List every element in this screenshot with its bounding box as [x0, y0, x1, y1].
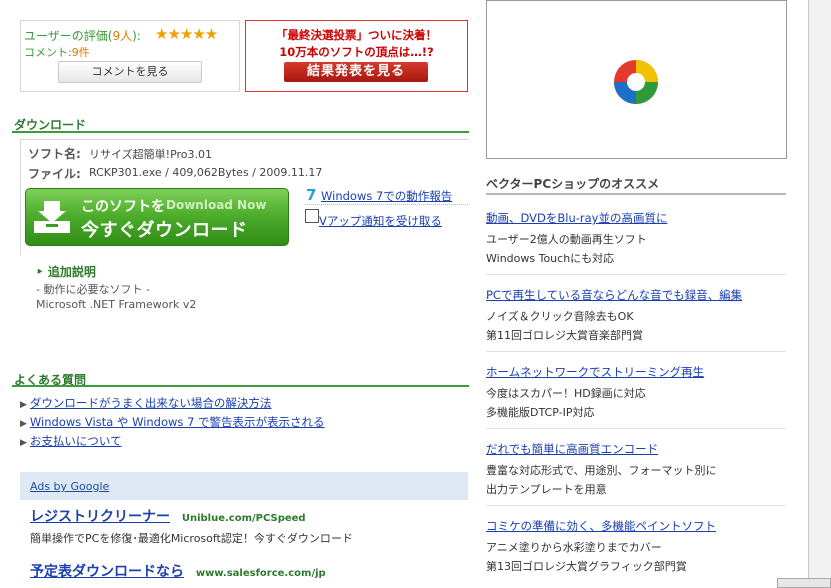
- shop-item-desc: 出力テンプレートを用意: [486, 483, 607, 496]
- version-up-notify-link[interactable]: Vアップ通知を受け取る: [319, 213, 442, 229]
- windows7-icon: 7: [306, 186, 317, 204]
- shop-item-desc: 今度はスカパー！HD録画に対応: [486, 387, 646, 400]
- faq-link[interactable]: お支払いについて: [30, 434, 122, 448]
- vote-headline: 「最終決選投票」ついに決着！: [276, 28, 437, 42]
- file-label: ファイル:: [28, 167, 81, 181]
- shop-item-desc: アニメ塗りから水彩塗りまでカバー: [486, 541, 662, 554]
- shop-separator: [486, 274, 786, 275]
- final-vote-banner[interactable]: 「最終決選投票」ついに決着！ 10万本のソフトの頂点は…!? 結果発表を見る: [245, 20, 468, 92]
- shop-item-link[interactable]: コミケの準備に効く、多機能ペイントソフト: [486, 518, 716, 534]
- shop-item-desc: Windows Touchにも対応: [486, 252, 615, 265]
- extra-info-line1: - 動作に必要なソフト -: [36, 283, 150, 296]
- shop-item: コミケの準備に効く、多機能ペイントソフト アニメ塗りから水彩塗りまでカバー 第1…: [486, 518, 716, 574]
- ad-title-link[interactable]: レジストリクリーナー: [30, 509, 170, 525]
- status-corner: [777, 578, 831, 588]
- vector-logo-icon[interactable]: [613, 59, 659, 105]
- cropped-top-text: [20, 0, 440, 8]
- faq-item[interactable]: ▶ ダウンロードがうまく出来ない場合の解決方法: [20, 395, 271, 411]
- download-section-rule: [12, 131, 469, 133]
- rating-label-prefix: ユーザーの評価(: [24, 29, 113, 43]
- shop-item: ホームネットワークでストリーミング再生 今度はスカパー！HD録画に対応 多機能版…: [486, 364, 704, 420]
- bullet-arrow-icon: ▶: [20, 419, 27, 429]
- shop-separator: [486, 428, 786, 429]
- view-comments-button[interactable]: コメントを見る: [58, 61, 202, 83]
- shop-item-link[interactable]: 動画、DVDをBlu-ray並の高画質に: [486, 210, 667, 226]
- shop-item-desc: 第11回ゴロレジ大賞音楽部門賞: [486, 329, 643, 342]
- ads-by-google-link[interactable]: Ads by Google: [30, 480, 109, 493]
- faq-link[interactable]: ダウンロードがうまく出来ない場合の解決方法: [30, 396, 272, 410]
- download-arrow-icon: [32, 197, 76, 237]
- faq-link[interactable]: Windows Vista や Windows 7 で警告表示が表示される: [30, 415, 325, 429]
- software-name-label: ソフト名:: [28, 147, 81, 161]
- shop-item-link[interactable]: PCで再生している音ならどんな音でも録音、編集: [486, 287, 742, 303]
- bullet-arrow-icon: ▶: [20, 438, 27, 448]
- shop-item-link[interactable]: ホームネットワークでストリーミング再生: [486, 364, 704, 380]
- shop-item-desc: 豊富な対応形式で、用途別、フォーマット別に: [486, 464, 717, 477]
- ad-description: 簡単操作でPCを修復･最適化Microsoft認定！今すぐダウンロード: [30, 532, 353, 545]
- dotted-divider: [305, 204, 468, 205]
- extra-info-line2: Microsoft .NET Framework v2: [36, 298, 197, 311]
- pc-shop-heading: ベクターPCショップのオススメ: [486, 177, 660, 191]
- faq-item[interactable]: ▶ お支払いについて: [20, 433, 122, 449]
- shop-item-desc: 多機能版DTCP-IP対応: [486, 406, 595, 419]
- shop-item-desc: ノイズ＆クリック音除去もOK: [486, 310, 634, 323]
- shop-item-desc: 第13回ゴロレジ大賞グラフィック部門賞: [486, 560, 687, 573]
- google-ads-bar: Ads by Google: [20, 472, 468, 500]
- ad-item[interactable]: レジストリクリーナー Uniblue.com/PCSpeed: [30, 506, 306, 526]
- download-now-button[interactable]: このソフトを Download Now 今すぐダウンロード: [25, 188, 289, 246]
- download-button-english: Download Now: [166, 198, 267, 212]
- version-up-checkbox[interactable]: [305, 209, 319, 223]
- comment-count-label: コメント:: [24, 46, 72, 59]
- ad-item[interactable]: 予定表ダウンロードなら www.salesforce.com/jp: [30, 561, 326, 581]
- ad-url[interactable]: www.salesforce.com/jp: [196, 568, 326, 579]
- ad-title-link[interactable]: 予定表ダウンロードなら: [30, 564, 184, 580]
- shop-item-link[interactable]: だれでも簡単に高画質エンコード: [486, 441, 717, 457]
- comment-count: コメント:9件: [24, 44, 90, 60]
- software-name-value: リサイズ超簡単!Pro3.01: [89, 148, 213, 161]
- shop-item-desc: ユーザー2億人の動画再生ソフト: [486, 233, 647, 246]
- shop-separator: [486, 505, 786, 506]
- file-value: RCKP301.exe / 409,062Bytes / 2009.11.17: [89, 166, 323, 179]
- rating-label: ユーザーの評価(9人):: [24, 27, 141, 44]
- view-results-button[interactable]: 結果発表を見る: [284, 62, 428, 82]
- windows7-report-link[interactable]: Windows 7での動作報告: [321, 188, 452, 204]
- shop-item: だれでも簡単に高画質エンコード 豊富な対応形式で、用途別、フォーマット別に 出力…: [486, 441, 717, 497]
- pc-shop-rule: [486, 193, 786, 195]
- comment-count-value: 9件: [71, 46, 90, 59]
- shop-separator: [486, 351, 786, 352]
- bullet-arrow-icon: ▶: [20, 400, 27, 410]
- download-button-line2: 今すぐダウンロード: [81, 220, 248, 241]
- extra-info-heading: ‣ 追加説明: [36, 265, 96, 279]
- user-rating-box: ユーザーの評価(9人): ★★★★★ コメント:9件 コメントを見る: [20, 20, 240, 92]
- shop-item: PCで再生している音ならどんな音でも録音、編集 ノイズ＆クリック音除去もOK 第…: [486, 287, 742, 343]
- download-button-line1: このソフトを: [81, 199, 165, 215]
- rating-label-suffix: ):: [132, 29, 141, 43]
- right-banner-frame: [486, 0, 787, 159]
- page-scrollbar[interactable]: [808, 0, 831, 588]
- rating-count: 9人: [112, 29, 133, 43]
- shop-item: 動画、DVDをBlu-ray並の高画質に ユーザー2億人の動画再生ソフト Win…: [486, 210, 667, 266]
- ad-url[interactable]: Uniblue.com/PCSpeed: [182, 513, 306, 524]
- faq-item[interactable]: ▶ Windows Vista や Windows 7 で警告表示が表示される: [20, 414, 325, 430]
- faq-section-rule: [12, 385, 469, 387]
- vote-subheadline: 10万本のソフトの頂点は…!?: [279, 45, 434, 59]
- rating-stars-icon: ★★★★★: [155, 25, 218, 43]
